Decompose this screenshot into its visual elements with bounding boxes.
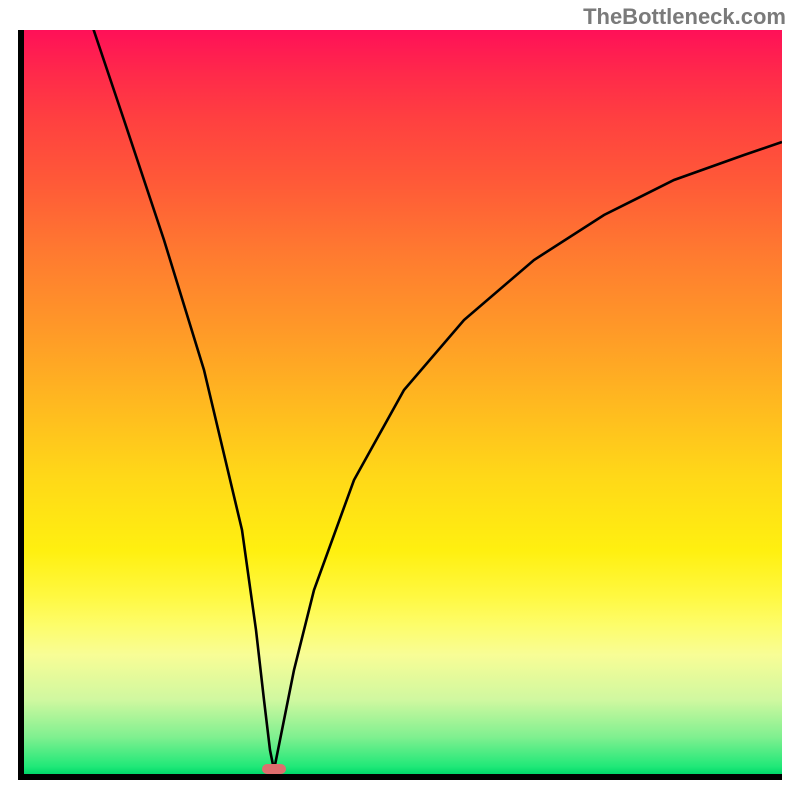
watermark-text: TheBottleneck.com — [583, 4, 786, 30]
gradient-background — [24, 30, 782, 774]
chart-plot-area — [18, 30, 782, 780]
minimum-marker — [262, 764, 286, 774]
chart-container: TheBottleneck.com — [0, 0, 800, 800]
